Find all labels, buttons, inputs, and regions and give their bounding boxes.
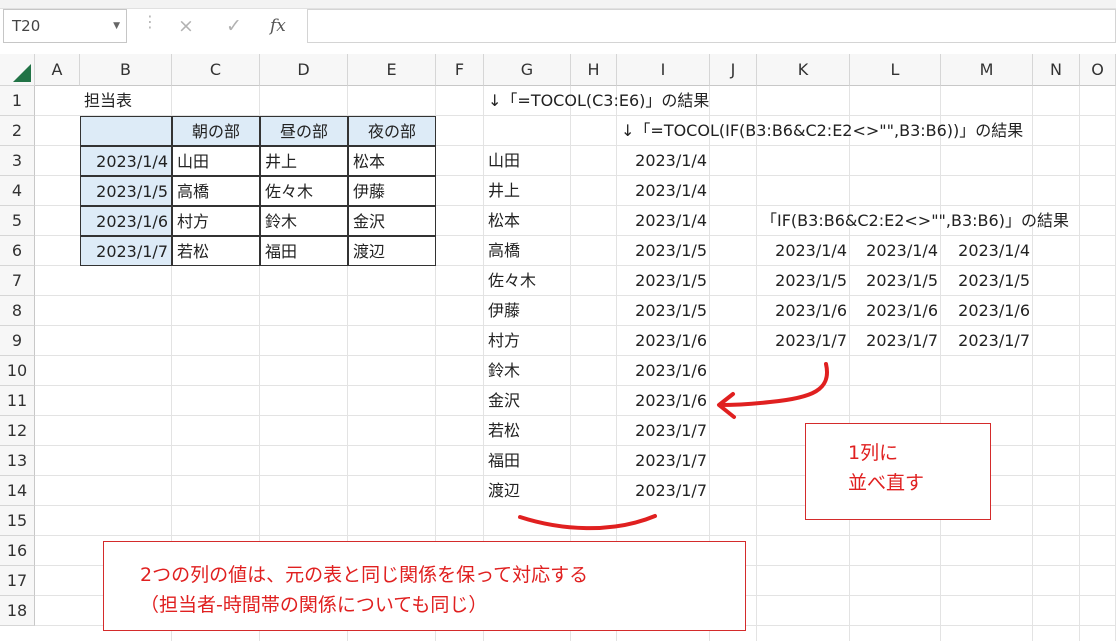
- smile-curve-icon: [518, 514, 657, 531]
- annotation-drawings: [518, 362, 830, 531]
- curved-arrow-icon: [718, 362, 830, 407]
